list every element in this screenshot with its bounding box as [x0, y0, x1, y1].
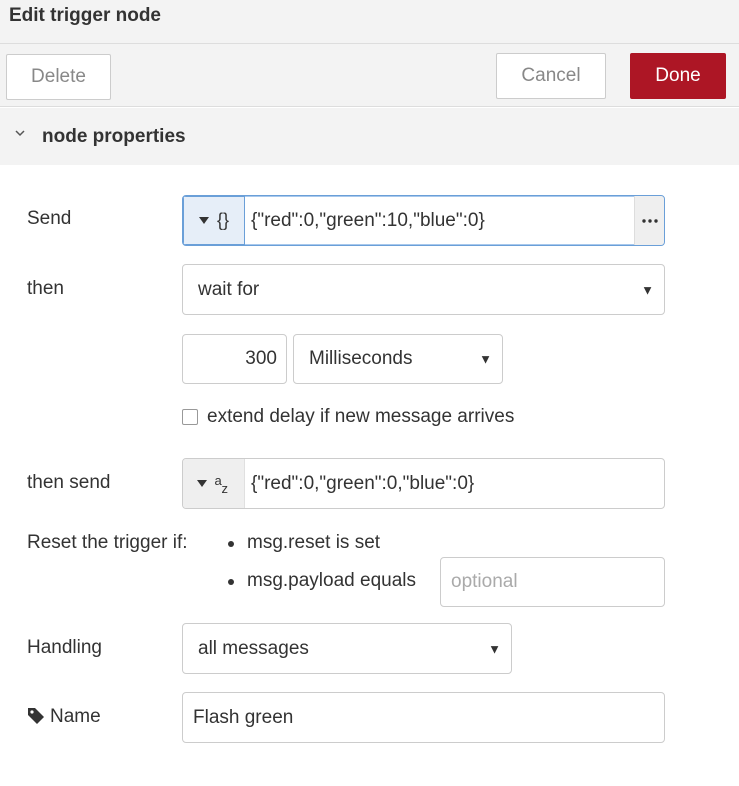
dialog-title: Edit trigger node: [9, 5, 161, 26]
toolbar: Delete Cancel Done: [0, 44, 739, 107]
extend-delay-checkbox[interactable]: [182, 409, 198, 425]
expand-editor-button[interactable]: [634, 196, 664, 245]
caret-down-icon: [198, 217, 209, 224]
cancel-button[interactable]: Cancel: [496, 53, 606, 99]
reset-label: Reset the trigger if:: [27, 532, 188, 553]
reset-payload-input[interactable]: optional: [440, 557, 665, 607]
done-button[interactable]: Done: [630, 53, 726, 99]
duration-unit-value: Milliseconds: [309, 348, 413, 369]
bullet: [228, 541, 234, 547]
handling-selected-value: all messages: [198, 637, 309, 659]
string-type-icon: a z: [215, 473, 231, 496]
tray-header: Edit trigger node: [0, 0, 739, 44]
handling-select[interactable]: all messages ▼: [182, 623, 512, 674]
caret-down-icon: [196, 480, 207, 487]
send-value-input[interactable]: {"red":0,"green":10,"blue":0}: [245, 210, 634, 232]
then-label: then: [27, 278, 64, 299]
caret-down-icon: ▼: [488, 641, 501, 656]
send-type-selector[interactable]: {}: [183, 196, 245, 245]
name-input[interactable]: Flash green: [182, 692, 665, 743]
delete-button[interactable]: Delete: [6, 54, 111, 100]
section-header[interactable]: node properties: [0, 108, 739, 165]
then-select[interactable]: wait for ▼: [182, 264, 665, 315]
reset-payload-placeholder: optional: [451, 571, 518, 592]
tag-icon: [28, 708, 44, 724]
then-send-typed-input: a z {"red":0,"green":0,"blue":0}: [182, 458, 665, 509]
then-send-type-selector[interactable]: a z: [183, 459, 245, 508]
then-selected-value: wait for: [198, 278, 260, 300]
handling-label: Handling: [27, 637, 102, 658]
send-typed-input: {} {"red":0,"green":10,"blue":0}: [182, 195, 665, 246]
caret-down-icon: ▼: [641, 282, 654, 297]
chevron-down-icon: [15, 130, 25, 137]
ellipsis-icon: [641, 218, 658, 223]
section-title: node properties: [42, 126, 186, 147]
then-send-value-input[interactable]: {"red":0,"green":0,"blue":0}: [245, 473, 664, 495]
json-type-label: {}: [216, 210, 230, 230]
then-send-label: then send: [27, 472, 111, 493]
string-type-label-z: z: [221, 480, 229, 496]
reset-option-payload-equals: msg.payload equals: [247, 570, 416, 591]
caret-down-icon: ▼: [479, 351, 492, 367]
reset-option-msg-reset: msg.reset is set: [247, 532, 381, 553]
send-label: Send: [27, 208, 72, 229]
duration-unit-select[interactable]: Milliseconds ▼: [293, 334, 503, 384]
bullet: [228, 579, 234, 585]
duration-input[interactable]: 300: [182, 334, 287, 384]
name-label: Name: [50, 706, 101, 727]
extend-delay-label: extend delay if new message arrives: [207, 406, 515, 427]
